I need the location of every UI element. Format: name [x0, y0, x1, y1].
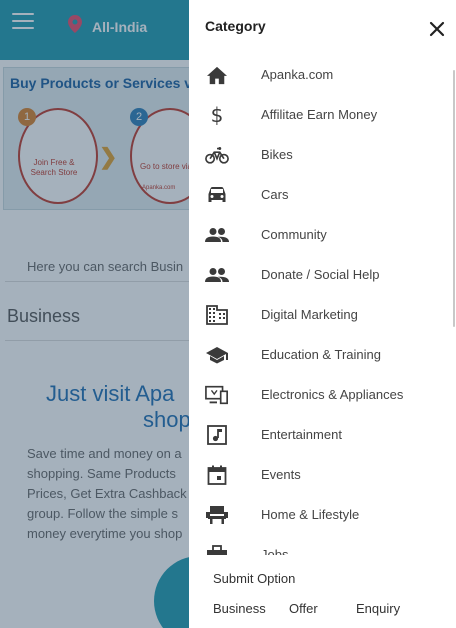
- drawer-title: Category: [205, 18, 266, 34]
- category-item-electronics[interactable]: Electronics & Appliances: [189, 375, 451, 415]
- category-label: Home & Lifestyle: [261, 507, 360, 522]
- category-item-bikes[interactable]: Bikes: [189, 135, 451, 175]
- briefcase-icon: [205, 544, 229, 555]
- chair-icon: [205, 504, 229, 526]
- music-icon: [205, 424, 229, 446]
- submit-business-link[interactable]: Business: [213, 601, 266, 616]
- category-label: Bikes: [261, 147, 293, 162]
- category-item-affiliate[interactable]: $ Affilitae Earn Money: [189, 95, 451, 135]
- category-drawer: Category Apanka.com $ Affilitae Earn Mon…: [189, 0, 456, 628]
- category-label: Community: [261, 227, 327, 242]
- category-label: Electronics & Appliances: [261, 387, 404, 402]
- bike-icon: [205, 144, 229, 166]
- category-item-donate[interactable]: Donate / Social Help: [189, 255, 451, 295]
- category-label: Digital Marketing: [261, 307, 358, 322]
- category-item-digital-marketing[interactable]: Digital Marketing: [189, 295, 451, 335]
- car-icon: [205, 184, 229, 206]
- building-icon: [205, 304, 229, 326]
- category-item-jobs[interactable]: Jobs: [189, 535, 451, 555]
- category-label: Donate / Social Help: [261, 267, 380, 282]
- calendar-icon: [205, 464, 229, 486]
- submit-option-label: Submit Option: [213, 571, 296, 586]
- close-icon: [429, 21, 445, 37]
- dollar-icon: $: [205, 104, 229, 126]
- submit-enquiry-link[interactable]: Enquiry: [356, 601, 400, 616]
- category-label: Events: [261, 467, 301, 482]
- category-label: Apanka.com: [261, 67, 334, 82]
- category-label: Affilitae Earn Money: [261, 107, 378, 122]
- category-list: Apanka.com $ Affilitae Earn Money Bikes …: [189, 55, 451, 555]
- school-icon: [205, 344, 229, 366]
- category-item-apanka[interactable]: Apanka.com: [189, 55, 451, 95]
- submit-offer-link[interactable]: Offer: [289, 601, 318, 616]
- home-icon: [205, 64, 229, 86]
- category-item-education[interactable]: Education & Training: [189, 335, 451, 375]
- people-icon: [205, 264, 229, 286]
- people-icon: [205, 224, 229, 246]
- svg-text:$: $: [211, 104, 224, 126]
- category-label: Education & Training: [261, 347, 381, 362]
- category-item-entertainment[interactable]: Entertainment: [189, 415, 451, 455]
- devices-icon: [205, 384, 229, 406]
- category-item-cars[interactable]: Cars: [189, 175, 451, 215]
- scrollbar-thumb[interactable]: [453, 70, 455, 327]
- category-label: Cars: [261, 187, 289, 202]
- close-button[interactable]: [427, 19, 447, 39]
- category-item-events[interactable]: Events: [189, 455, 451, 495]
- category-item-home-lifestyle[interactable]: Home & Lifestyle: [189, 495, 451, 535]
- category-item-community[interactable]: Community: [189, 215, 451, 255]
- category-label: Entertainment: [261, 427, 342, 442]
- category-label: Jobs: [261, 547, 289, 555]
